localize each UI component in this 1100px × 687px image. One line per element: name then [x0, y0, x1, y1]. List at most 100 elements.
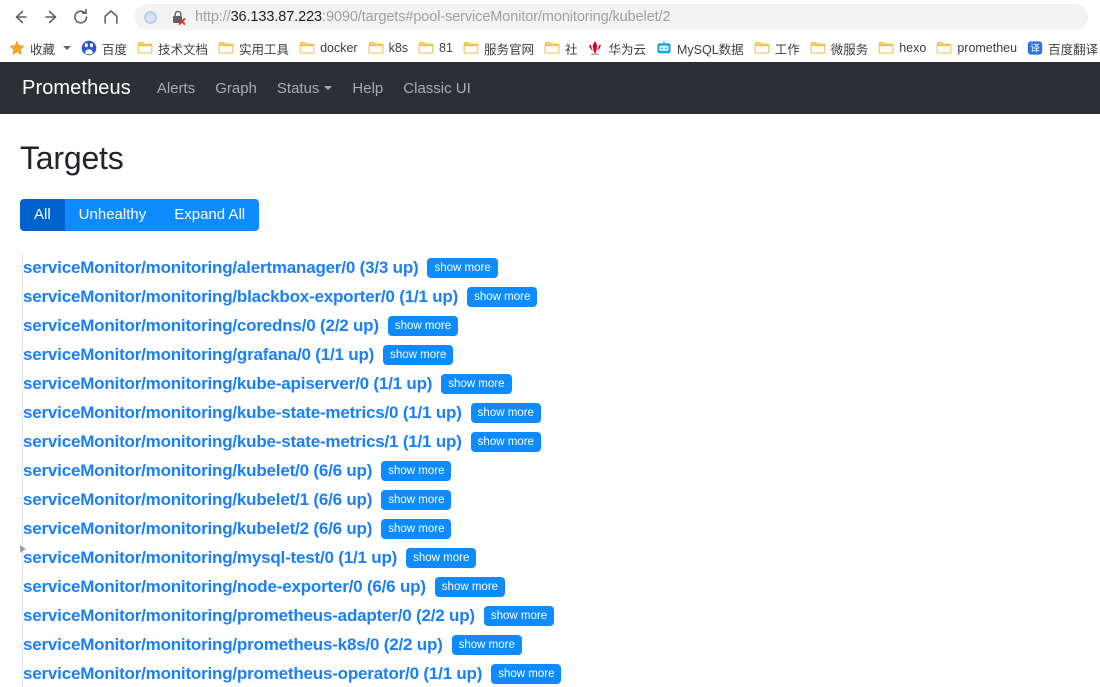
show-more-button[interactable]: show more	[381, 518, 452, 539]
filter-unhealthy-button[interactable]: Unhealthy	[64, 199, 161, 231]
bookmark-item[interactable]: 百度	[76, 37, 132, 59]
scroll-rail	[22, 253, 23, 687]
address-bar[interactable]: http://36.133.87.223:9090/targets#pool-s…	[134, 4, 1088, 30]
bookmark-label: 技术文档	[158, 42, 209, 57]
target-pool-link[interactable]: serviceMonitor/monitoring/mysql-test/0 (…	[23, 548, 397, 568]
bookmark-item[interactable]: 译百度翻译	[1022, 37, 1100, 59]
target-row: serviceMonitor/monitoring/kubelet/1 (6/6…	[20, 485, 1080, 514]
bookmark-item[interactable]: 81	[413, 37, 458, 59]
show-more-button[interactable]: show more	[427, 257, 498, 278]
folder-icon	[463, 40, 479, 56]
huawei-icon	[587, 40, 603, 56]
target-pool-link[interactable]: serviceMonitor/monitoring/kubelet/0 (6/6…	[23, 461, 372, 481]
bookmark-item[interactable]: 微服务	[805, 37, 874, 59]
bookmark-item[interactable]: hexo	[873, 37, 931, 59]
show-more-button[interactable]: show more	[434, 576, 506, 597]
target-up-status: (1/1 up)	[402, 431, 462, 451]
show-more-button[interactable]: show more	[406, 547, 477, 568]
url-scheme: http://	[195, 9, 231, 25]
star-icon	[9, 40, 25, 56]
expand-all-button[interactable]: Expand All	[160, 199, 260, 231]
show-more-button[interactable]: show more	[381, 489, 452, 510]
show-more-button[interactable]: show more	[451, 634, 522, 655]
back-arrow-icon[interactable]	[6, 2, 36, 32]
show-more-button[interactable]: show more	[483, 605, 555, 626]
target-pool-link[interactable]: serviceMonitor/monitoring/kubelet/2 (6/6…	[23, 519, 372, 539]
bookmark-item[interactable]: 工作	[749, 37, 805, 59]
browser-toolbar: http://36.133.87.223:9090/targets#pool-s…	[0, 0, 1100, 34]
show-more-button[interactable]: show more	[381, 460, 452, 481]
bookmark-label: 华为云	[608, 42, 646, 57]
show-more-button[interactable]: show more	[441, 373, 512, 394]
show-more-button[interactable]: show more	[467, 286, 538, 307]
target-row: serviceMonitor/monitoring/alertmanager/0…	[20, 253, 1080, 282]
folder-icon	[936, 40, 952, 56]
bookmark-label: prometheu	[957, 41, 1018, 55]
target-up-status: (1/1 up)	[373, 373, 433, 393]
target-pool-link[interactable]: serviceMonitor/monitoring/prometheus-ada…	[23, 606, 475, 626]
nav-link-status[interactable]: Status	[277, 80, 333, 97]
target-row: serviceMonitor/monitoring/kubelet/2 (6/6…	[20, 514, 1080, 543]
target-row: serviceMonitor/monitoring/kube-apiserver…	[20, 369, 1080, 398]
target-pool-link[interactable]: serviceMonitor/monitoring/grafana/0 (1/1…	[23, 345, 374, 365]
bookmark-label: 81	[439, 41, 453, 55]
nav-link-alerts[interactable]: Alerts	[157, 80, 195, 97]
show-more-button[interactable]: show more	[491, 663, 562, 684]
target-pool-link[interactable]: serviceMonitor/monitoring/kubelet/1 (6/6…	[23, 490, 372, 510]
bookmark-item[interactable]: docker	[294, 37, 363, 59]
bookmark-item[interactable]: MySQL数据	[651, 37, 749, 59]
nav-link-classic-ui[interactable]: Classic UI	[403, 80, 471, 97]
target-pool-name: serviceMonitor/monitoring/coredns/0	[23, 315, 316, 335]
target-pool-name: serviceMonitor/monitoring/kubelet/1	[23, 489, 309, 509]
broken-lock-icon[interactable]	[170, 9, 186, 25]
home-icon[interactable]	[96, 2, 126, 32]
show-more-button[interactable]: show more	[383, 344, 454, 365]
bookmark-label: docker	[320, 41, 358, 55]
filter-all-button[interactable]: All	[20, 199, 65, 231]
target-pool-link[interactable]: serviceMonitor/monitoring/node-exporter/…	[23, 577, 426, 597]
bookmark-item[interactable]: 技术文档	[132, 37, 213, 59]
target-row: serviceMonitor/monitoring/kube-state-met…	[20, 398, 1080, 427]
bookmark-item[interactable]: prometheu	[931, 37, 1022, 59]
nav-link-label: Status	[276, 79, 320, 97]
bookmark-item[interactable]: k8s	[363, 37, 413, 59]
translate-icon: 译	[1027, 40, 1043, 56]
show-more-button[interactable]: show more	[470, 402, 541, 423]
bookmark-dropdown-icon[interactable]	[60, 37, 74, 59]
bookmark-item[interactable]: 社	[539, 37, 583, 59]
target-pool-link[interactable]: serviceMonitor/monitoring/prometheus-ope…	[23, 664, 482, 684]
nav-link-label: Graph	[215, 79, 257, 97]
bookmark-item[interactable]: 实用工具	[213, 37, 294, 59]
bookmark-label: MySQL数据	[677, 42, 744, 57]
page-title: Targets	[20, 140, 124, 176]
reload-icon[interactable]	[66, 2, 96, 32]
target-up-status: (1/1 up)	[338, 547, 398, 567]
bookmark-item[interactable]: 收藏	[4, 37, 60, 59]
brand-title[interactable]: Prometheus	[22, 77, 131, 100]
target-pool-name: serviceMonitor/monitoring/mysql-test/0	[23, 547, 334, 567]
target-pool-name: serviceMonitor/monitoring/alertmanager/0	[23, 257, 356, 277]
target-pool-link[interactable]: serviceMonitor/monitoring/kube-state-met…	[23, 403, 462, 423]
target-row: serviceMonitor/monitoring/blackbox-expor…	[20, 282, 1080, 311]
bookmark-item[interactable]: 华为云	[582, 37, 651, 59]
target-pool-link[interactable]: serviceMonitor/monitoring/coredns/0 (2/2…	[23, 316, 379, 336]
target-pool-link[interactable]: serviceMonitor/monitoring/prometheus-k8s…	[23, 635, 443, 655]
bookmark-label: 微服务	[830, 42, 869, 57]
target-pool-link[interactable]: serviceMonitor/monitoring/alertmanager/0…	[23, 257, 419, 278]
folder-icon	[810, 40, 826, 56]
target-up-status: (1/1 up)	[402, 402, 462, 422]
show-more-button[interactable]: show more	[470, 431, 541, 452]
target-pool-link[interactable]: serviceMonitor/monitoring/blackbox-expor…	[23, 287, 458, 307]
nav-link-help[interactable]: Help	[352, 80, 383, 97]
nav-link-label: Help	[352, 79, 384, 97]
forward-arrow-icon[interactable]	[36, 2, 66, 32]
bookmark-label: hexo	[899, 41, 927, 55]
target-pool-name: serviceMonitor/monitoring/kube-state-met…	[23, 402, 399, 422]
target-pool-link[interactable]: serviceMonitor/monitoring/kube-state-met…	[23, 432, 462, 452]
bookmark-item[interactable]: 服务官网	[458, 37, 539, 59]
target-pool-link[interactable]: serviceMonitor/monitoring/kube-apiserver…	[23, 374, 432, 394]
target-up-status: (1/1 up)	[399, 286, 459, 306]
target-pool-name: serviceMonitor/monitoring/blackbox-expor…	[23, 286, 395, 306]
nav-link-graph[interactable]: Graph	[215, 80, 257, 97]
show-more-button[interactable]: show more	[387, 315, 459, 336]
